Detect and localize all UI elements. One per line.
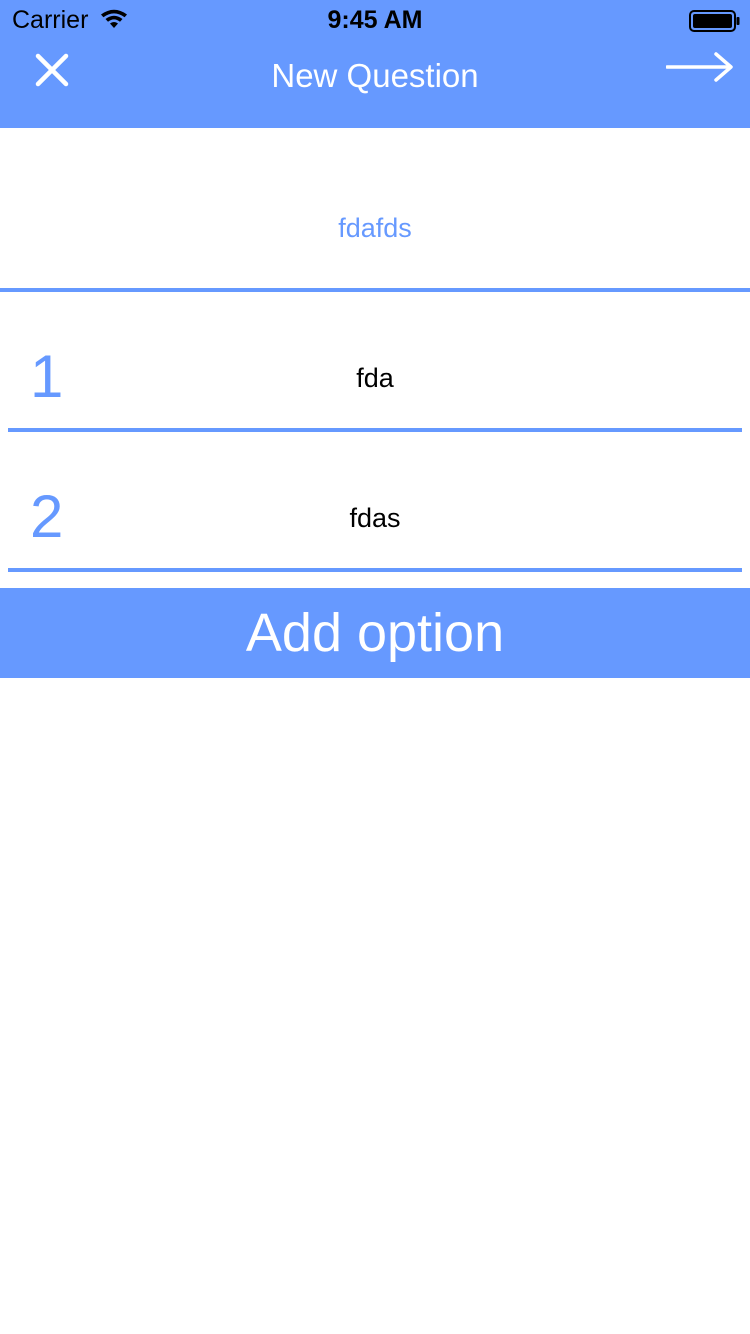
page-title: New Question [271,57,479,94]
option-input[interactable]: fdas [0,498,750,538]
top-bar: Carrier 9:45 AM New Question [0,0,750,128]
next-button[interactable] [660,44,740,94]
arrow-right-icon [665,51,734,88]
status-time: 9:45 AM [327,6,423,34]
question-field[interactable]: fdafds [0,128,750,288]
option-row[interactable]: 2 fdas [0,432,750,572]
battery-icon [689,10,741,32]
nav-bar: New Question [0,40,750,128]
status-bar: Carrier 9:45 AM [0,0,750,40]
question-input[interactable]: fdafds [0,208,750,248]
option-divider [8,568,742,572]
option-row[interactable]: 1 fda [0,292,750,432]
add-option-button[interactable]: Add option [0,588,750,678]
option-input[interactable]: fda [0,358,750,398]
